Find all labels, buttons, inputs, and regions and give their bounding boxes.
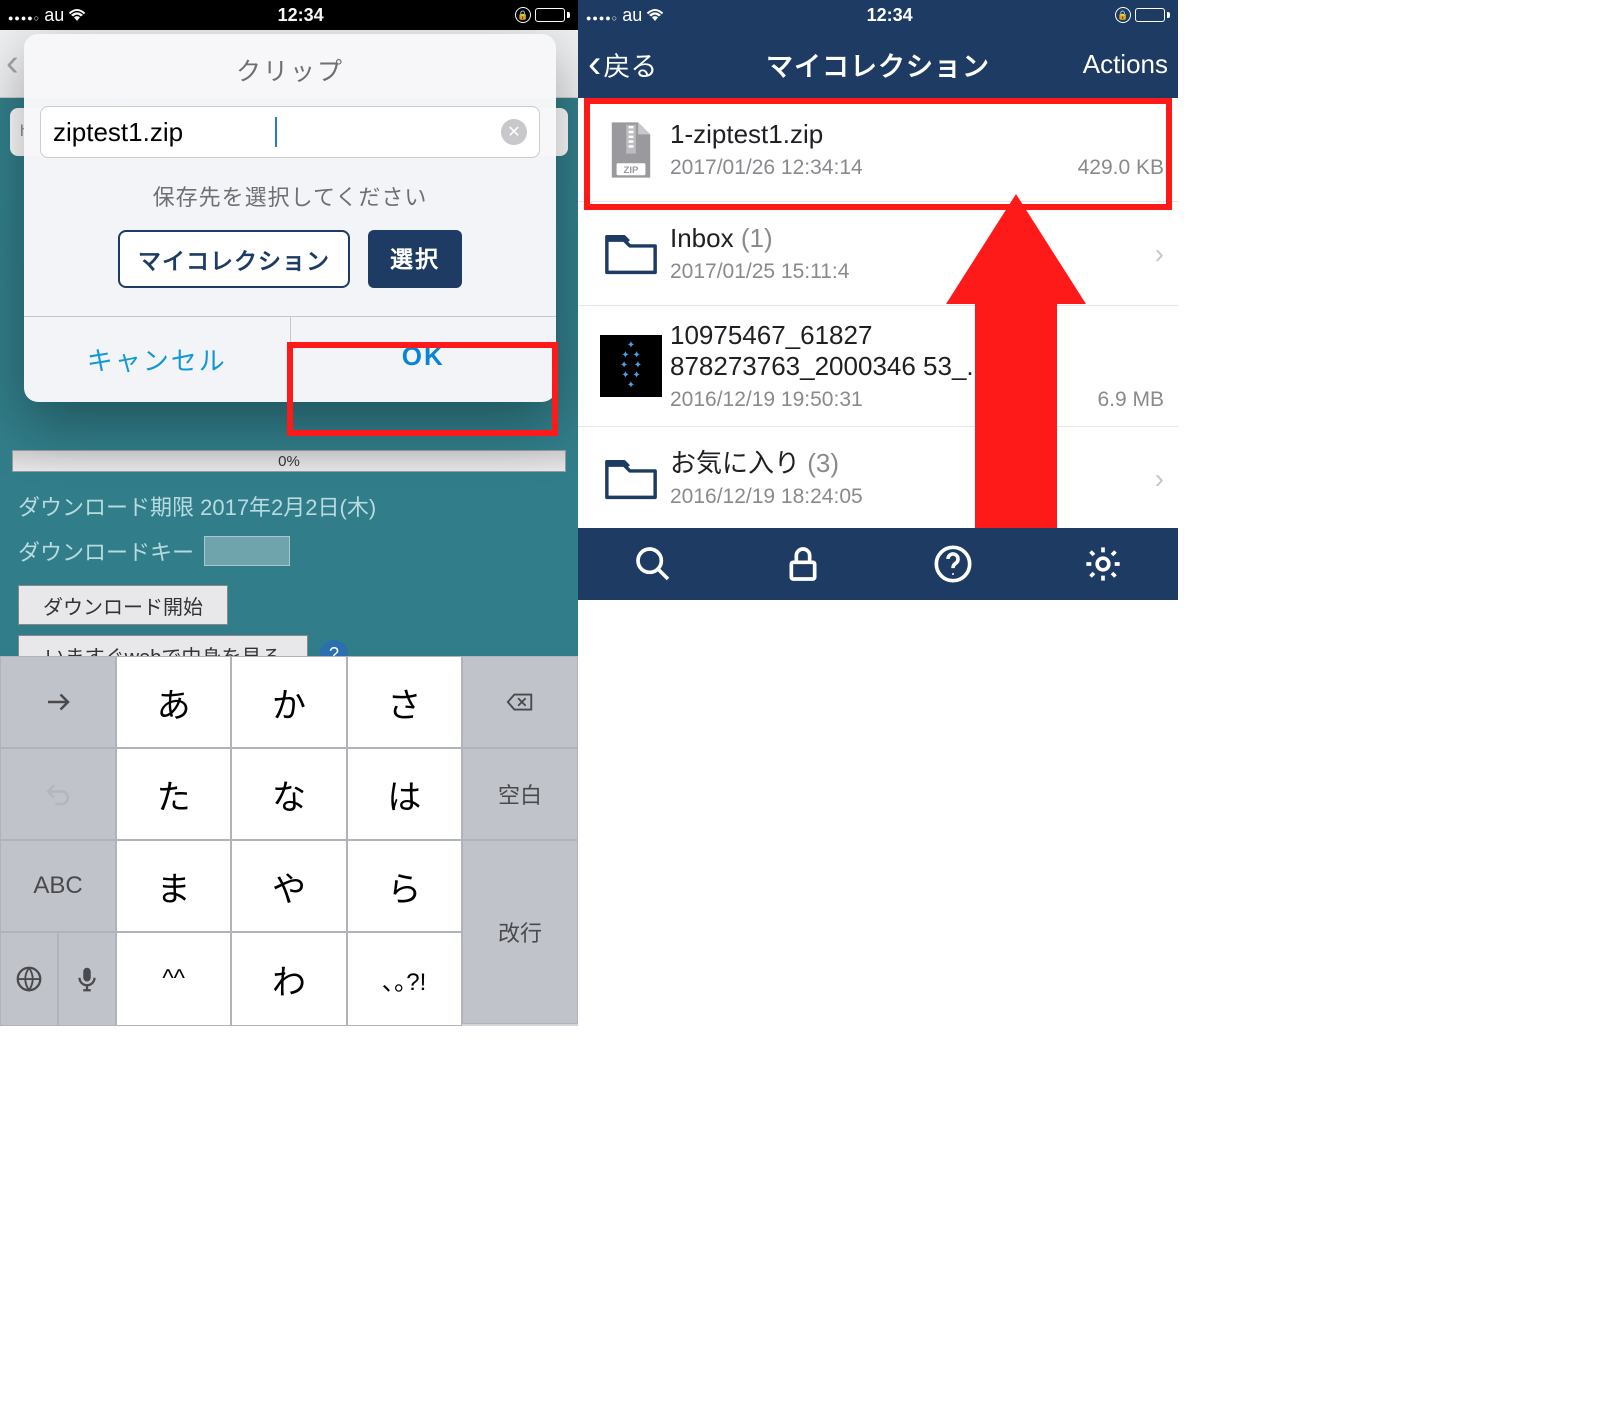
battery-icon [1135,8,1170,22]
zip-file-icon: ZIP [606,120,656,180]
cancel-button[interactable]: キャンセル [24,317,291,402]
key-a[interactable]: あ [116,656,231,748]
key-ha[interactable]: は [347,748,462,840]
folder-name: Inbox [670,223,734,253]
key-kao[interactable]: ^^ [116,932,231,1026]
file-date: 2017/01/25 15:11:4 [670,260,849,284]
nav-title: マイコレクション [766,45,990,84]
progress-bar: 0% [12,450,566,472]
list-item[interactable]: ✦✦ ✦✦ ✦✦ ✦✦ 10975467_61827 878273763_200… [578,306,1178,427]
download-start-button[interactable]: ダウンロード開始 [18,585,228,625]
wifi-icon [646,8,664,22]
folder-name: お気に入り [670,448,800,478]
key-ka[interactable]: か [231,656,346,748]
key-globe[interactable] [0,932,58,1026]
list-item[interactable]: Inbox (1) 2017/01/25 15:11:4 › [578,202,1178,306]
key-mic[interactable] [58,932,116,1026]
key-ya[interactable]: や [231,840,346,932]
back-chevron-icon: ‹ [0,42,19,85]
file-size: 429.0 KB [1078,156,1164,180]
save-dialog: クリップ ziptest1.zip ✕ 保存先を選択してください マイコレクショ… [24,34,556,402]
item-count: (3) [807,448,839,478]
left-screenshot: au 12:34 🔒 ‹ h 0% ダウンロード期限 2017年2月2日(木) … [0,0,578,1026]
carrier-label: au [44,5,64,26]
status-bar: au 12:34 🔒 [0,0,578,30]
ok-button[interactable]: OK [291,317,557,402]
key-na[interactable]: な [231,748,346,840]
tab-settings[interactable] [1028,528,1178,600]
key-input[interactable] [204,536,290,566]
image-thumbnail: ✦✦ ✦✦ ✦✦ ✦✦ [600,335,662,397]
wifi-icon [68,8,86,22]
back-chevron-icon: ‹ [588,54,601,74]
list-item[interactable]: お気に入り (3) 2016/12/19 18:24:05 › [578,427,1178,528]
key-ta[interactable]: た [116,748,231,840]
actions-button[interactable]: Actions [1083,49,1168,80]
key-undo[interactable] [0,748,116,840]
list-item[interactable]: ZIP 1-ziptest1.zip 2017/01/26 12:34:14 4… [578,98,1178,202]
folder-icon [603,231,659,277]
annotation-arrow [970,194,1062,528]
clock: 12:34 [867,5,913,26]
key-sa[interactable]: さ [347,656,462,748]
chevron-right-icon: › [1149,463,1164,495]
status-bar: au 12:34 🔒 [578,0,1178,30]
tab-help[interactable] [878,528,1028,600]
file-name: 1-ziptest1.zip [670,119,1040,150]
clear-text-icon[interactable]: ✕ [501,119,527,145]
file-list: ZIP 1-ziptest1.zip 2017/01/26 12:34:14 4… [578,98,1178,528]
gear-icon [1083,544,1123,584]
signal-dots-icon [8,5,40,26]
item-count: (1) [741,223,773,253]
expire-label: ダウンロード期限 2017年2月2日(木) [18,490,376,522]
tab-search[interactable] [578,528,728,600]
rotation-lock-icon: 🔒 [515,7,531,23]
nav-bar: ‹ 戻る マイコレクション Actions [578,30,1178,98]
chevron-right-icon: › [1149,238,1164,270]
text-cursor [275,117,277,147]
key-ma[interactable]: ま [116,840,231,932]
dialog-title: クリップ [24,52,556,88]
key-backspace[interactable] [462,656,578,748]
file-date: 2016/12/19 18:24:05 [670,485,863,509]
tab-bar [578,528,1178,600]
key-space[interactable]: 空白 [462,748,578,840]
select-folder-button[interactable]: 選択 [368,230,462,288]
key-next-candidate[interactable] [0,656,116,748]
signal-dots-icon [586,5,618,26]
file-size: 6.9 MB [1097,388,1164,412]
svg-text:ZIP: ZIP [624,164,640,175]
dialog-subtitle: 保存先を選択してください [24,180,556,212]
filename-input-row[interactable]: ziptest1.zip ✕ [40,106,540,158]
key-abc[interactable]: ABC [0,840,116,932]
battery-icon [535,8,570,22]
search-icon [633,544,673,584]
help-icon [933,544,973,584]
key-ra[interactable]: ら [347,840,462,932]
file-date: 2016/12/19 19:50:31 [670,388,863,412]
clock: 12:34 [278,5,324,26]
download-key-row: ダウンロードキー [18,535,290,567]
japanese-keyboard[interactable]: あ か さ た な は 空白 ABC ま [0,656,578,1026]
back-button[interactable]: ‹ 戻る [588,45,657,84]
right-screenshot: au 12:34 🔒 ‹ 戻る マイコレクション Actions [578,0,1178,600]
rotation-lock-icon: 🔒 [1115,7,1131,23]
key-wa[interactable]: わ [231,932,346,1026]
folder-icon [603,456,659,502]
carrier-label: au [622,5,642,26]
file-date: 2017/01/26 12:34:14 [670,156,863,180]
filename-input[interactable]: ziptest1.zip [53,117,277,148]
lock-icon [783,544,823,584]
tab-lock[interactable] [728,528,878,600]
key-punct[interactable]: ､｡?! [347,932,462,1026]
key-enter[interactable]: 改行 [462,840,578,1024]
destination-button[interactable]: マイコレクション [118,230,350,288]
